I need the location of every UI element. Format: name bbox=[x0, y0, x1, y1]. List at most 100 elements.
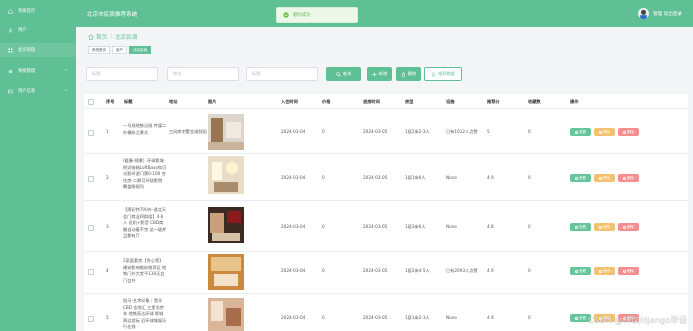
eye-icon bbox=[575, 225, 578, 229]
delete-button[interactable]: 删除 bbox=[618, 128, 639, 136]
query-button[interactable]: 查询 bbox=[326, 67, 361, 81]
column-header: 收藏数 bbox=[528, 99, 541, 104]
address-search-input[interactable]: 地址 bbox=[167, 67, 239, 81]
edit-icon bbox=[599, 225, 602, 229]
row-roomtype: 1居1床6人 bbox=[405, 175, 426, 180]
logout-link[interactable]: 管理 退出登录 bbox=[653, 11, 682, 17]
edit-button[interactable]: 修改 bbox=[594, 174, 615, 182]
user-menu[interactable]: 管理 退出登录 bbox=[637, 8, 682, 19]
row-checkbox[interactable] bbox=[88, 176, 94, 182]
view-button[interactable]: 查看 bbox=[570, 223, 591, 231]
delete-label: 删除 bbox=[627, 129, 634, 134]
row-divider bbox=[84, 251, 688, 252]
row-address: 三间房宅墅金湖舒园 bbox=[169, 129, 207, 134]
avatar bbox=[637, 8, 649, 19]
recommend-button[interactable]: 推荐数据 bbox=[424, 67, 462, 81]
edit-icon bbox=[599, 269, 602, 273]
row-checkbox[interactable] bbox=[88, 316, 94, 322]
delete-label: 删除 bbox=[627, 268, 634, 273]
view-button[interactable]: 查看 bbox=[570, 128, 591, 136]
row-checkin: 2024-03-04 bbox=[281, 315, 306, 320]
breadcrumb-separator: / bbox=[110, 34, 113, 40]
sidebar-item-user[interactable]: 用户 bbox=[0, 23, 76, 37]
select-all-checkbox[interactable] bbox=[88, 99, 94, 105]
row-divider bbox=[84, 108, 688, 109]
watermark: CSDN @林次/django毕设 bbox=[588, 315, 687, 325]
column-header: 价格 bbox=[322, 99, 331, 104]
edit-button[interactable]: 修改 bbox=[594, 267, 615, 275]
row-checkin: 2024-03-04 bbox=[281, 129, 306, 134]
eye-icon bbox=[575, 176, 578, 180]
room-photo bbox=[208, 298, 244, 331]
gear-icon bbox=[8, 69, 13, 73]
delete-label: 删除 bbox=[407, 71, 417, 76]
title-search-input[interactable]: 标题 bbox=[86, 67, 158, 81]
row-favorites: 0 bbox=[528, 224, 531, 229]
row-score: 4.9 bbox=[487, 175, 494, 180]
batch-delete-button[interactable]: 删除 bbox=[396, 67, 421, 81]
row-checkout: 2024-03-05 bbox=[363, 175, 388, 180]
sidebar-item-homestay[interactable]: 北京民宿 bbox=[0, 43, 76, 57]
delete-button[interactable]: 删除 bbox=[618, 267, 639, 275]
delete-button[interactable]: 删除 bbox=[618, 223, 639, 231]
star-icon bbox=[431, 71, 437, 77]
row-facilities: None bbox=[446, 224, 457, 229]
row-divider bbox=[84, 153, 688, 154]
breadcrumb: 首页 / 北京民宿 bbox=[88, 33, 137, 41]
sidebar: 系统首页 用户 北京民宿 系统管理 用户信息 bbox=[0, 0, 76, 331]
trash-icon bbox=[623, 130, 626, 134]
row-title: (暖春-随景）环球影城附近暗暗LoftBase和可光影环游门票0-100 合住房… bbox=[123, 158, 167, 190]
view-button[interactable]: 查看 bbox=[570, 174, 591, 182]
tab-home[interactable]: 系统首页 bbox=[88, 46, 110, 54]
sidebar-item-label: 用户 bbox=[18, 28, 27, 33]
row-favorites: 0 bbox=[528, 268, 531, 273]
delete-button[interactable]: 删除 bbox=[618, 174, 639, 182]
row-facilities: None bbox=[446, 175, 457, 180]
sidebar-item-home[interactable]: 系统首页 bbox=[0, 4, 76, 18]
edit-icon bbox=[599, 176, 602, 180]
row-title: 2家庭套房【秀心等】横穿影响临街物资区 地铁门外大堂平130天会门会共 bbox=[123, 258, 167, 283]
edit-button[interactable]: 修改 bbox=[594, 128, 615, 136]
row-price: 0 bbox=[322, 268, 325, 273]
column-header: 地址 bbox=[169, 99, 178, 104]
title-search-input-2[interactable]: 标题 bbox=[246, 67, 318, 81]
home-icon bbox=[88, 34, 94, 40]
row-checkbox[interactable] bbox=[88, 130, 94, 136]
room-photo bbox=[208, 207, 244, 243]
view-label: 查看 bbox=[579, 224, 586, 229]
tab-user[interactable]: 用户 bbox=[112, 46, 127, 54]
room-photo bbox=[208, 156, 244, 194]
view-button[interactable]: 查看 bbox=[570, 267, 591, 275]
row-divider bbox=[84, 293, 688, 294]
add-button[interactable]: 新增 bbox=[367, 67, 392, 81]
row-score: 4.9 bbox=[487, 268, 494, 273]
person-card-icon bbox=[8, 89, 13, 93]
chevron-down-icon bbox=[64, 89, 68, 91]
row-facilities: 已有1012人点赞 bbox=[446, 129, 478, 134]
row-index: 3 bbox=[106, 224, 109, 229]
edit-button[interactable]: 修改 bbox=[594, 223, 615, 231]
app-title: 北京市民宿推荐系统 bbox=[87, 12, 138, 18]
sidebar-item-userinfo[interactable]: 用户信息 bbox=[0, 84, 76, 98]
edit-label: 修改 bbox=[603, 224, 610, 229]
breadcrumb-home[interactable]: 首页 bbox=[96, 33, 107, 41]
trash-icon bbox=[623, 176, 626, 180]
sidebar-item-label: 系统管理 bbox=[18, 69, 36, 74]
column-header: 操作 bbox=[570, 99, 579, 104]
trash-icon bbox=[623, 269, 626, 273]
row-score: 4.9 bbox=[487, 315, 494, 320]
add-label: 新增 bbox=[378, 71, 388, 76]
sidebar-item-label: 北京民宿 bbox=[18, 48, 36, 53]
row-checkbox[interactable] bbox=[88, 269, 94, 275]
row-checkbox[interactable] bbox=[88, 225, 94, 231]
column-header: 设施 bbox=[446, 99, 455, 104]
column-header: 序号 bbox=[106, 99, 115, 104]
check-circle-icon bbox=[283, 12, 289, 18]
tag-tabs: 系统首页 用户 北京民宿 bbox=[88, 46, 153, 54]
row-checkin: 2024-03-04 bbox=[281, 175, 306, 180]
chevron-down-icon bbox=[64, 69, 68, 71]
row-divider bbox=[84, 200, 688, 201]
row-checkout: 2024-03-05 bbox=[363, 315, 388, 320]
sidebar-item-system[interactable]: 系统管理 bbox=[0, 64, 76, 78]
tab-homestay[interactable]: 北京民宿 bbox=[129, 46, 151, 54]
